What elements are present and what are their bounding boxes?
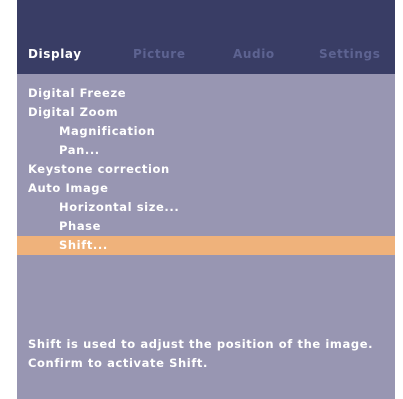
- tab-picture[interactable]: Picture: [133, 45, 186, 63]
- menu-item-digital-zoom[interactable]: Digital Zoom: [17, 103, 395, 122]
- display-menu-list: Digital Freeze Digital Zoom Magnificatio…: [17, 84, 395, 255]
- help-text-line-2: Confirm to activate Shift.: [28, 356, 208, 370]
- menu-item-phase[interactable]: Phase: [17, 217, 395, 236]
- tab-display[interactable]: Display: [28, 45, 82, 63]
- tab-bar: Display Picture Audio Settings: [17, 45, 395, 63]
- help-text: Shift is used to adjust the position of …: [28, 335, 388, 373]
- menu-item-digital-freeze[interactable]: Digital Freeze: [17, 84, 395, 103]
- menu-item-shift[interactable]: Shift...: [17, 236, 395, 255]
- menu-header: Display Picture Audio Settings: [17, 0, 395, 74]
- help-text-line-1: Shift is used to adjust the position of …: [28, 337, 374, 351]
- menu-item-horizontal-size[interactable]: Horizontal size...: [17, 198, 395, 217]
- osd-menu-panel: Display Picture Audio Settings Digital F…: [17, 0, 395, 399]
- menu-item-pan[interactable]: Pan...: [17, 141, 395, 160]
- tab-audio[interactable]: Audio: [233, 45, 275, 63]
- menu-item-magnification[interactable]: Magnification: [17, 122, 395, 141]
- menu-item-keystone-correction[interactable]: Keystone correction: [17, 160, 395, 179]
- menu-item-auto-image[interactable]: Auto Image: [17, 179, 395, 198]
- tab-settings[interactable]: Settings: [319, 45, 380, 63]
